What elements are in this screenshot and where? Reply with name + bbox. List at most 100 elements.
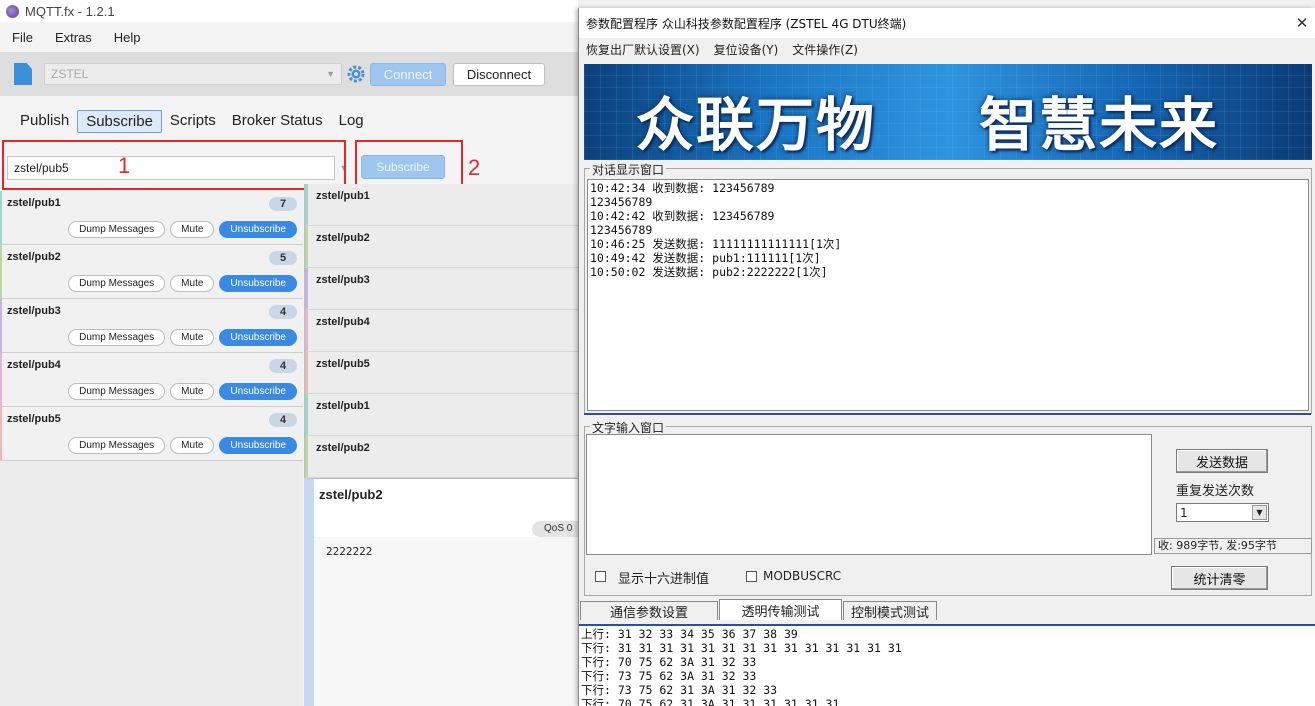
repeat-count-select[interactable]: 1 ▼ [1176, 503, 1269, 522]
mute-button[interactable]: Mute [170, 221, 215, 238]
subscription-list: zstel/pub1 7 Dump Messages Mute Unsubscrib… [0, 191, 303, 461]
message-topic: zstel/pub5 [316, 358, 370, 370]
dump-messages-button[interactable]: Dump Messages [68, 221, 166, 238]
tab-broker-status[interactable]: Broker Status [224, 110, 331, 133]
menu-factory-reset[interactable]: 恢复出厂默认设置(X) [586, 41, 700, 58]
tab-log[interactable]: Log [331, 110, 372, 133]
tab-comm-params[interactable]: 通信参数设置 [580, 601, 718, 621]
detail-topic: zstel/pub2 [319, 487, 383, 502]
message-topic: zstel/pub1 [316, 400, 370, 412]
message-topic: zstel/pub1 [316, 190, 370, 202]
mqttfx-title: MQTT.fx - 1.2.1 [25, 3, 115, 19]
mute-button[interactable]: Mute [170, 383, 215, 400]
mqttfx-menubar: File Extras Help [0, 22, 578, 52]
gear-icon[interactable] [346, 64, 366, 84]
connect-button[interactable]: Connect [370, 62, 446, 86]
subscription-item[interactable]: zstel/pub2 5 Dump Messages Mute Unsubscrib… [0, 245, 303, 299]
connection-bar: ZSTEL ▼ Connect Disconnect [0, 52, 578, 96]
dialog-log: 10:42:34 收到数据: 123456789 123456789 10:42… [590, 181, 842, 279]
message-item[interactable]: zstel/pub1 [305, 394, 578, 436]
message-detail: zstel/pub2 QoS 0 2222222 [304, 478, 578, 706]
subscription-item[interactable]: zstel/pub5 4 Dump Messages Mute Unsubscrib… [0, 407, 303, 461]
subscription-list-empty-area [0, 461, 303, 706]
banner-slogan-right: 智慧未来 [979, 91, 1220, 159]
message-topic: zstel/pub3 [316, 274, 370, 286]
unsubscribe-button[interactable]: Unsubscribe [219, 221, 297, 238]
dump-messages-button[interactable]: Dump Messages [68, 329, 166, 346]
message-item[interactable]: zstel/pub2 [305, 436, 578, 478]
menu-reset-device[interactable]: 复位设备(Y) [714, 41, 779, 58]
menu-file-ops[interactable]: 文件操作(Z) [792, 41, 858, 58]
message-item[interactable]: zstel/pub1 [305, 184, 578, 226]
message-item[interactable]: zstel/pub2 [305, 226, 578, 268]
hex-checkbox-label: 显示十六进制值 [618, 572, 710, 587]
unsubscribe-button[interactable]: Unsubscribe [219, 275, 297, 292]
hex-log-area[interactable]: 上行: 31 32 33 34 35 36 37 38 39 下行: 31 31… [579, 624, 1315, 706]
mqttfx-logo-icon [6, 4, 19, 18]
annotation-box-1 [2, 140, 346, 190]
dtu-config-window: 参数配置程序 众山科技参数配置程序 (ZSTEL 4G DTU终端) ✕ 恢复出… [578, 8, 1315, 706]
unsubscribe-button[interactable]: Unsubscribe [219, 437, 297, 454]
chevron-down-icon: ▼ [326, 69, 335, 79]
send-data-button[interactable]: 发送数据 [1176, 449, 1268, 473]
mqttfx-tabs: Publish Subscribe Scripts Broker Status … [12, 110, 372, 133]
hex-log: 上行: 31 32 33 34 35 36 37 38 39 下行: 31 31… [581, 627, 902, 706]
tab-control-mode-test[interactable]: 控制模式测试 [843, 601, 937, 621]
profile-select[interactable]: ZSTEL ▼ [44, 63, 342, 85]
message-item[interactable]: zstel/pub4 [305, 310, 578, 352]
dialog-textarea[interactable]: 10:42:34 收到数据: 123456789 123456789 10:42… [587, 179, 1309, 411]
menu-file[interactable]: File [12, 30, 33, 45]
dump-messages-button[interactable]: Dump Messages [68, 437, 166, 454]
file-icon[interactable] [14, 63, 32, 85]
input-textarea[interactable] [586, 434, 1152, 555]
tab-transparent-test[interactable]: 透明传输测试 [719, 599, 842, 620]
message-count-badge: 5 [269, 251, 297, 265]
subscription-topic: zstel/pub2 [7, 251, 61, 263]
annotation-label-1: 1 [118, 153, 131, 178]
tab-publish[interactable]: Publish [12, 110, 77, 133]
tab-scripts[interactable]: Scripts [162, 110, 224, 133]
hex-checkbox[interactable] [595, 571, 606, 582]
payload-area[interactable]: 2222222 [314, 537, 578, 706]
byte-stats: 收: 989字节, 发:95字节 [1154, 538, 1312, 554]
mute-button[interactable]: Mute [170, 437, 215, 454]
annotation-box-2 [355, 140, 463, 190]
subscription-topic: zstel/pub1 [7, 197, 61, 209]
brand-banner: 众联万物 智慧未来 [584, 64, 1312, 160]
tab-subscribe[interactable]: Subscribe [77, 110, 162, 133]
message-list: zstel/pub1 zstel/pub2 zstel/pub3 zstel/p… [304, 184, 578, 478]
mqttfx-window: MQTT.fx - 1.2.1 File Extras Help ZSTEL ▼… [0, 0, 578, 706]
unsubscribe-button[interactable]: Unsubscribe [219, 383, 297, 400]
modbus-checkbox[interactable] [746, 571, 757, 582]
separator [584, 413, 1311, 415]
menu-extras[interactable]: Extras [55, 30, 92, 45]
close-icon[interactable]: ✕ [1289, 8, 1315, 38]
dump-messages-button[interactable]: Dump Messages [68, 275, 166, 292]
profile-value: ZSTEL [51, 67, 89, 81]
message-item[interactable]: zstel/pub5 [305, 352, 578, 394]
dtu-menubar: 恢复出厂默认设置(X) 复位设备(Y) 文件操作(Z) [579, 38, 1315, 60]
disconnect-button[interactable]: Disconnect [453, 62, 545, 86]
repeat-count-value: 1 [1180, 505, 1188, 520]
modbus-checkbox-label: MODBUSCRC [763, 569, 842, 583]
message-topic: zstel/pub2 [316, 232, 370, 244]
dtu-titlebar: 参数配置程序 众山科技参数配置程序 (ZSTEL 4G DTU终端) [579, 8, 1315, 38]
annotation-label-2: 2 [468, 155, 481, 180]
message-count-badge: 7 [269, 197, 297, 211]
mute-button[interactable]: Mute [170, 329, 215, 346]
qos-badge: QoS 0 [532, 521, 578, 537]
mute-button[interactable]: Mute [170, 275, 215, 292]
chevron-down-icon: ▼ [1252, 505, 1267, 520]
dump-messages-button[interactable]: Dump Messages [68, 383, 166, 400]
menu-help[interactable]: Help [114, 30, 141, 45]
message-topic: zstel/pub2 [316, 442, 370, 454]
clear-stats-button[interactable]: 统计清零 [1171, 566, 1268, 590]
message-count-badge: 4 [269, 359, 297, 373]
subscription-item[interactable]: zstel/pub4 4 Dump Messages Mute Unsubscrib… [0, 353, 303, 407]
message-item[interactable]: zstel/pub3 [305, 268, 578, 310]
subscription-item[interactable]: zstel/pub1 7 Dump Messages Mute Unsubscrib… [0, 191, 303, 245]
message-count-badge: 4 [269, 305, 297, 319]
dtu-title: 参数配置程序 众山科技参数配置程序 (ZSTEL 4G DTU终端) [586, 16, 907, 31]
subscription-item[interactable]: zstel/pub3 4 Dump Messages Mute Unsubscrib… [0, 299, 303, 353]
unsubscribe-button[interactable]: Unsubscribe [219, 329, 297, 346]
